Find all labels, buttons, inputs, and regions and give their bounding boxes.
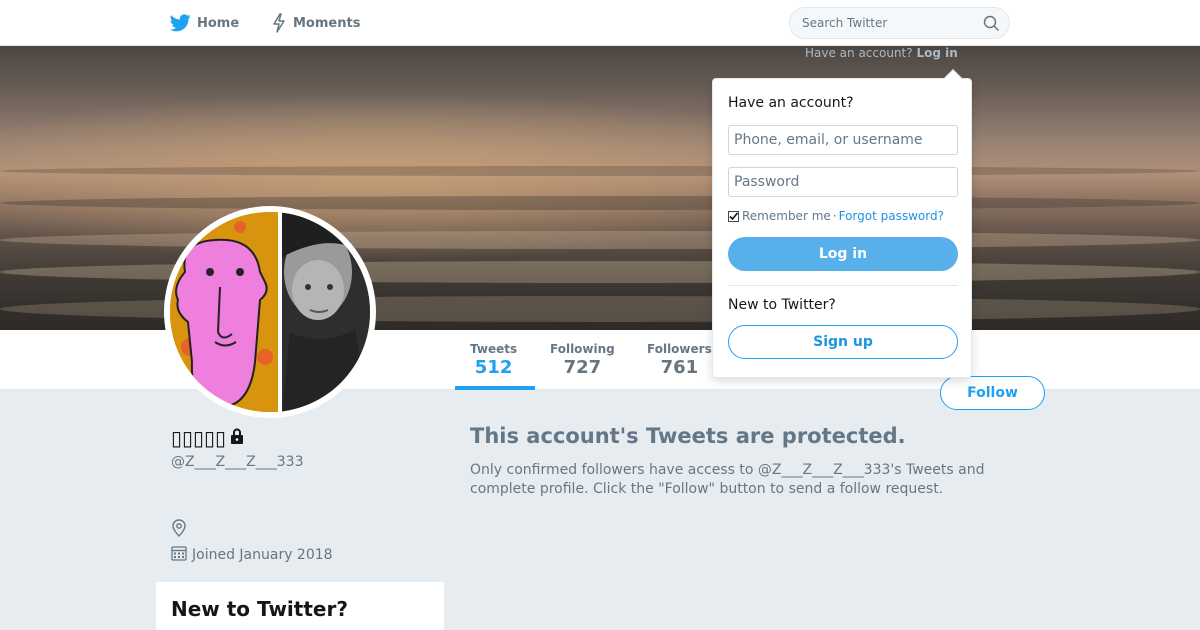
banner-cloud [0,166,1200,176]
stat-following[interactable]: Following 727 [550,342,615,378]
profile-name: ▯▯▯▯▯ [171,426,246,450]
remember-label[interactable]: Remember me [742,209,831,223]
active-tab-underline [455,386,535,390]
calendar-icon [171,545,187,565]
profile-display-name: ▯▯▯▯▯ [171,426,227,450]
stat-tweets-value: 512 [474,357,513,378]
banner-cloud [0,231,1200,249]
twitter-bird-icon [170,14,191,32]
nav-moments-link[interactable]: Moments [271,12,360,34]
remember-row: Remember me · Forgot password? [728,209,944,223]
avatar-image [170,212,370,412]
username-field[interactable] [728,125,958,155]
follow-button[interactable]: Follow [940,376,1045,410]
login-dropdown: Have an account? Remember me · Forgot pa… [712,69,972,378]
location-row [171,519,187,541]
password-field[interactable] [728,167,958,197]
new-card-title: New to Twitter? [171,597,348,621]
dropdown-divider [728,285,958,286]
location-pin-icon [171,519,187,541]
lock-icon [228,426,246,450]
stat-followers[interactable]: Followers 761 [647,342,712,378]
nav-moments-label: Moments [293,15,361,31]
nav-home-link[interactable]: Home [170,12,239,34]
protected-title: This account's Tweets are protected. [470,424,906,448]
login-hint-link[interactable]: Log in [916,46,957,60]
joined-row: Joined January 2018 [171,545,333,565]
nav-home-label: Home [197,15,240,31]
avatar[interactable] [164,206,376,418]
protected-body: Only confirmed followers have access to … [470,462,985,497]
stat-tweets-label: Tweets [470,342,518,356]
profile-handle[interactable]: @Z___Z___Z___333 [171,454,304,470]
top-navigation: Home Moments [0,0,1200,46]
joined-date: Joined January 2018 [192,547,333,563]
search-icon[interactable] [983,15,999,35]
login-hint[interactable]: Have an account? Log in [805,46,958,60]
search-input[interactable] [802,8,972,38]
login-heading: Have an account? [728,95,854,111]
remember-checkbox[interactable] [728,210,739,222]
new-to-twitter-heading: New to Twitter? [728,297,836,313]
lightning-icon [271,13,287,33]
login-hint-prefix: Have an account? [805,46,913,60]
stat-tweets[interactable]: Tweets 512 [470,342,517,378]
new-to-twitter-card: New to Twitter? [156,582,444,630]
separator-dot: · [832,209,837,223]
banner-cloud [0,196,1200,210]
stat-following-label: Following [550,342,615,356]
stat-followers-label: Followers [647,342,712,356]
forgot-password-link[interactable]: Forgot password? [839,209,944,223]
stat-followers-value: 761 [660,357,699,378]
signup-button[interactable]: Sign up [728,325,958,359]
login-button[interactable]: Log in [728,237,958,271]
stat-following-value: 727 [563,357,602,378]
search-box [789,7,1010,39]
